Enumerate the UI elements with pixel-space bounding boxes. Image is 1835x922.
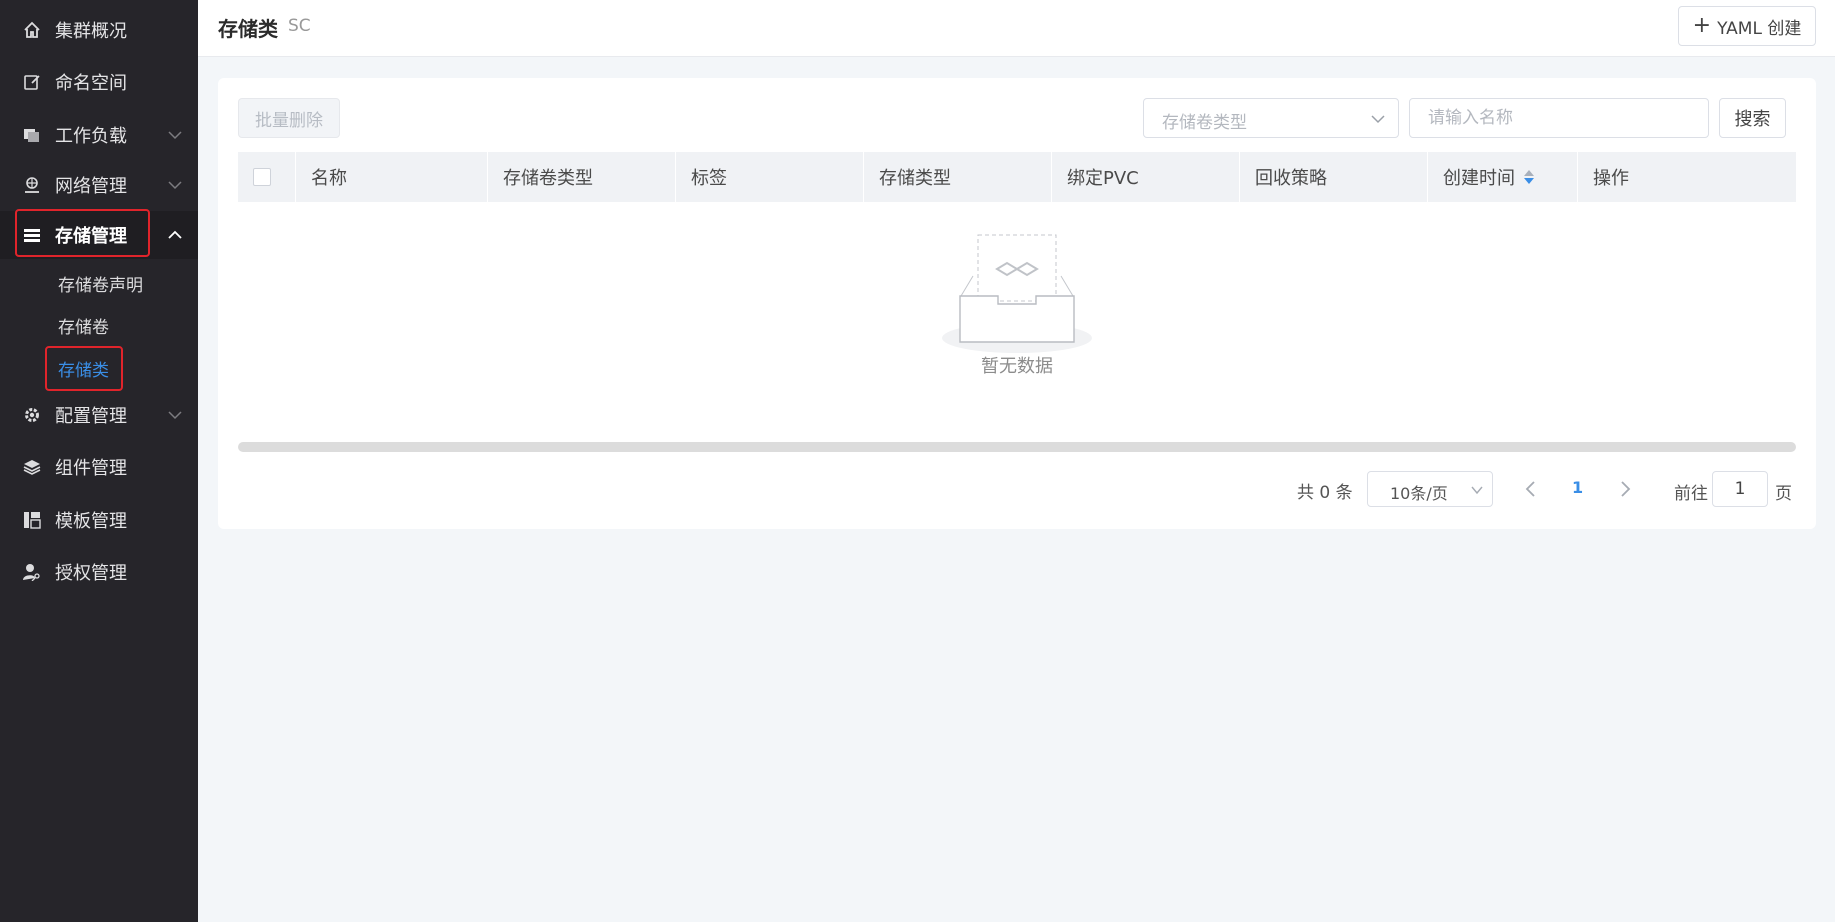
edit-icon <box>22 72 42 92</box>
yaml-create-label: YAML 创建 <box>1717 18 1802 39</box>
select-all-cell <box>238 152 295 202</box>
sidebar-item-namespace[interactable]: 命名空间 <box>0 58 198 106</box>
sidebar-subitem-label: 存储类 <box>58 360 109 381</box>
batch-delete-button[interactable]: 批量删除 <box>238 98 340 138</box>
sidebar-item-label: 集群概况 <box>55 21 127 42</box>
sidebar-item-network[interactable]: 网络管理 <box>0 161 198 209</box>
pagination-total: 共 0 条 <box>1297 483 1353 503</box>
sidebar-item-label: 授权管理 <box>55 563 127 584</box>
sidebar-subitem-storageclass[interactable]: 存储类 <box>0 348 198 388</box>
page-suffix-label: 页 <box>1775 484 1792 504</box>
sidebar: 集群概况 命名空间 工作负载 网络管理 存储管理 存储卷声明 存储卷 存储类 配… <box>0 0 198 922</box>
column-header-volume-type: 存储卷类型 <box>487 152 675 202</box>
sidebar-item-label: 组件管理 <box>55 458 127 479</box>
sidebar-item-auth[interactable]: 授权管理 <box>0 548 198 596</box>
column-header-labels: 标签 <box>675 152 863 202</box>
page-size-value: 10条/页 <box>1390 484 1448 503</box>
sidebar-item-label: 存储管理 <box>55 226 127 247</box>
layers-icon <box>22 457 42 477</box>
page-subtitle: SC <box>288 16 311 36</box>
sidebar-item-cluster-overview[interactable]: 集群概况 <box>0 6 198 54</box>
column-header-bound-pvc: 绑定PVC <box>1051 152 1239 202</box>
page-size-select[interactable]: 10条/页 <box>1367 471 1493 507</box>
sort-icon[interactable] <box>1523 169 1535 185</box>
search-input[interactable] <box>1409 98 1709 138</box>
column-header-created-time[interactable]: 创建时间 <box>1427 152 1577 202</box>
storage-icon <box>22 225 42 245</box>
volume-type-placeholder: 存储卷类型 <box>1162 113 1247 133</box>
home-icon <box>22 20 42 40</box>
volume-type-select[interactable]: 存储卷类型 <box>1143 98 1399 138</box>
sidebar-item-label: 命名空间 <box>55 73 127 94</box>
column-header-actions: 操作 <box>1577 152 1796 202</box>
template-icon <box>22 510 42 530</box>
next-page-icon[interactable] <box>1616 478 1634 500</box>
sidebar-subitem-label: 存储卷声明 <box>58 275 143 296</box>
sidebar-item-templates[interactable]: 模板管理 <box>0 496 198 544</box>
page-title: 存储类 <box>218 17 278 41</box>
yaml-create-button[interactable]: + YAML 创建 <box>1678 6 1816 46</box>
chevron-down-icon <box>168 181 182 190</box>
sidebar-item-workload[interactable]: 工作负载 <box>0 111 198 159</box>
sidebar-item-label: 工作负载 <box>55 126 127 147</box>
copy-icon <box>22 125 42 145</box>
sidebar-item-label: 模板管理 <box>55 511 127 532</box>
goto-page-input[interactable] <box>1712 471 1768 507</box>
page-header: 存储类 SC + YAML 创建 <box>198 0 1835 57</box>
sidebar-item-label: 配置管理 <box>55 406 127 427</box>
user-key-icon <box>22 562 42 582</box>
gear-icon <box>22 405 42 425</box>
horizontal-scrollbar[interactable] <box>238 442 1796 452</box>
sidebar-item-config[interactable]: 配置管理 <box>0 391 198 439</box>
empty-text: 暂无数据 <box>981 356 1053 377</box>
table-header: 名称 存储卷类型 标签 存储类型 绑定PVC 回收策略 创建时间 操作 <box>238 152 1796 202</box>
plus-icon: + <box>1692 13 1712 38</box>
goto-label: 前往 <box>1674 484 1708 504</box>
chevron-down-icon <box>168 131 182 140</box>
sidebar-subitem-pvc[interactable]: 存储卷声明 <box>0 263 198 303</box>
column-header-name: 名称 <box>295 152 487 202</box>
empty-box-icon <box>942 234 1092 353</box>
chevron-down-icon <box>168 411 182 420</box>
search-button[interactable]: 搜索 <box>1719 98 1786 138</box>
chevron-down-icon <box>1371 115 1385 124</box>
chevron-down-icon <box>1471 486 1483 495</box>
content-card: 批量删除 存储卷类型 搜索 名称 存储卷类型 标签 存储类型 绑定PVC 回收策… <box>218 78 1816 529</box>
column-header-label: 创建时间 <box>1443 168 1515 189</box>
sidebar-subitem-label: 存储卷 <box>58 317 109 338</box>
select-all-checkbox[interactable] <box>253 168 271 186</box>
prev-page-icon[interactable] <box>1522 478 1540 500</box>
column-header-storage-type: 存储类型 <box>863 152 1051 202</box>
sidebar-subitem-pv[interactable]: 存储卷 <box>0 305 198 345</box>
empty-state: 暂无数据 <box>238 202 1796 412</box>
column-header-reclaim-policy: 回收策略 <box>1239 152 1427 202</box>
network-icon <box>22 175 42 195</box>
chevron-up-icon <box>168 230 182 239</box>
sidebar-item-label: 网络管理 <box>55 176 127 197</box>
sidebar-item-storage[interactable]: 存储管理 <box>0 211 198 259</box>
sidebar-item-components[interactable]: 组件管理 <box>0 443 198 491</box>
page-number-current[interactable]: 1 <box>1572 478 1583 497</box>
